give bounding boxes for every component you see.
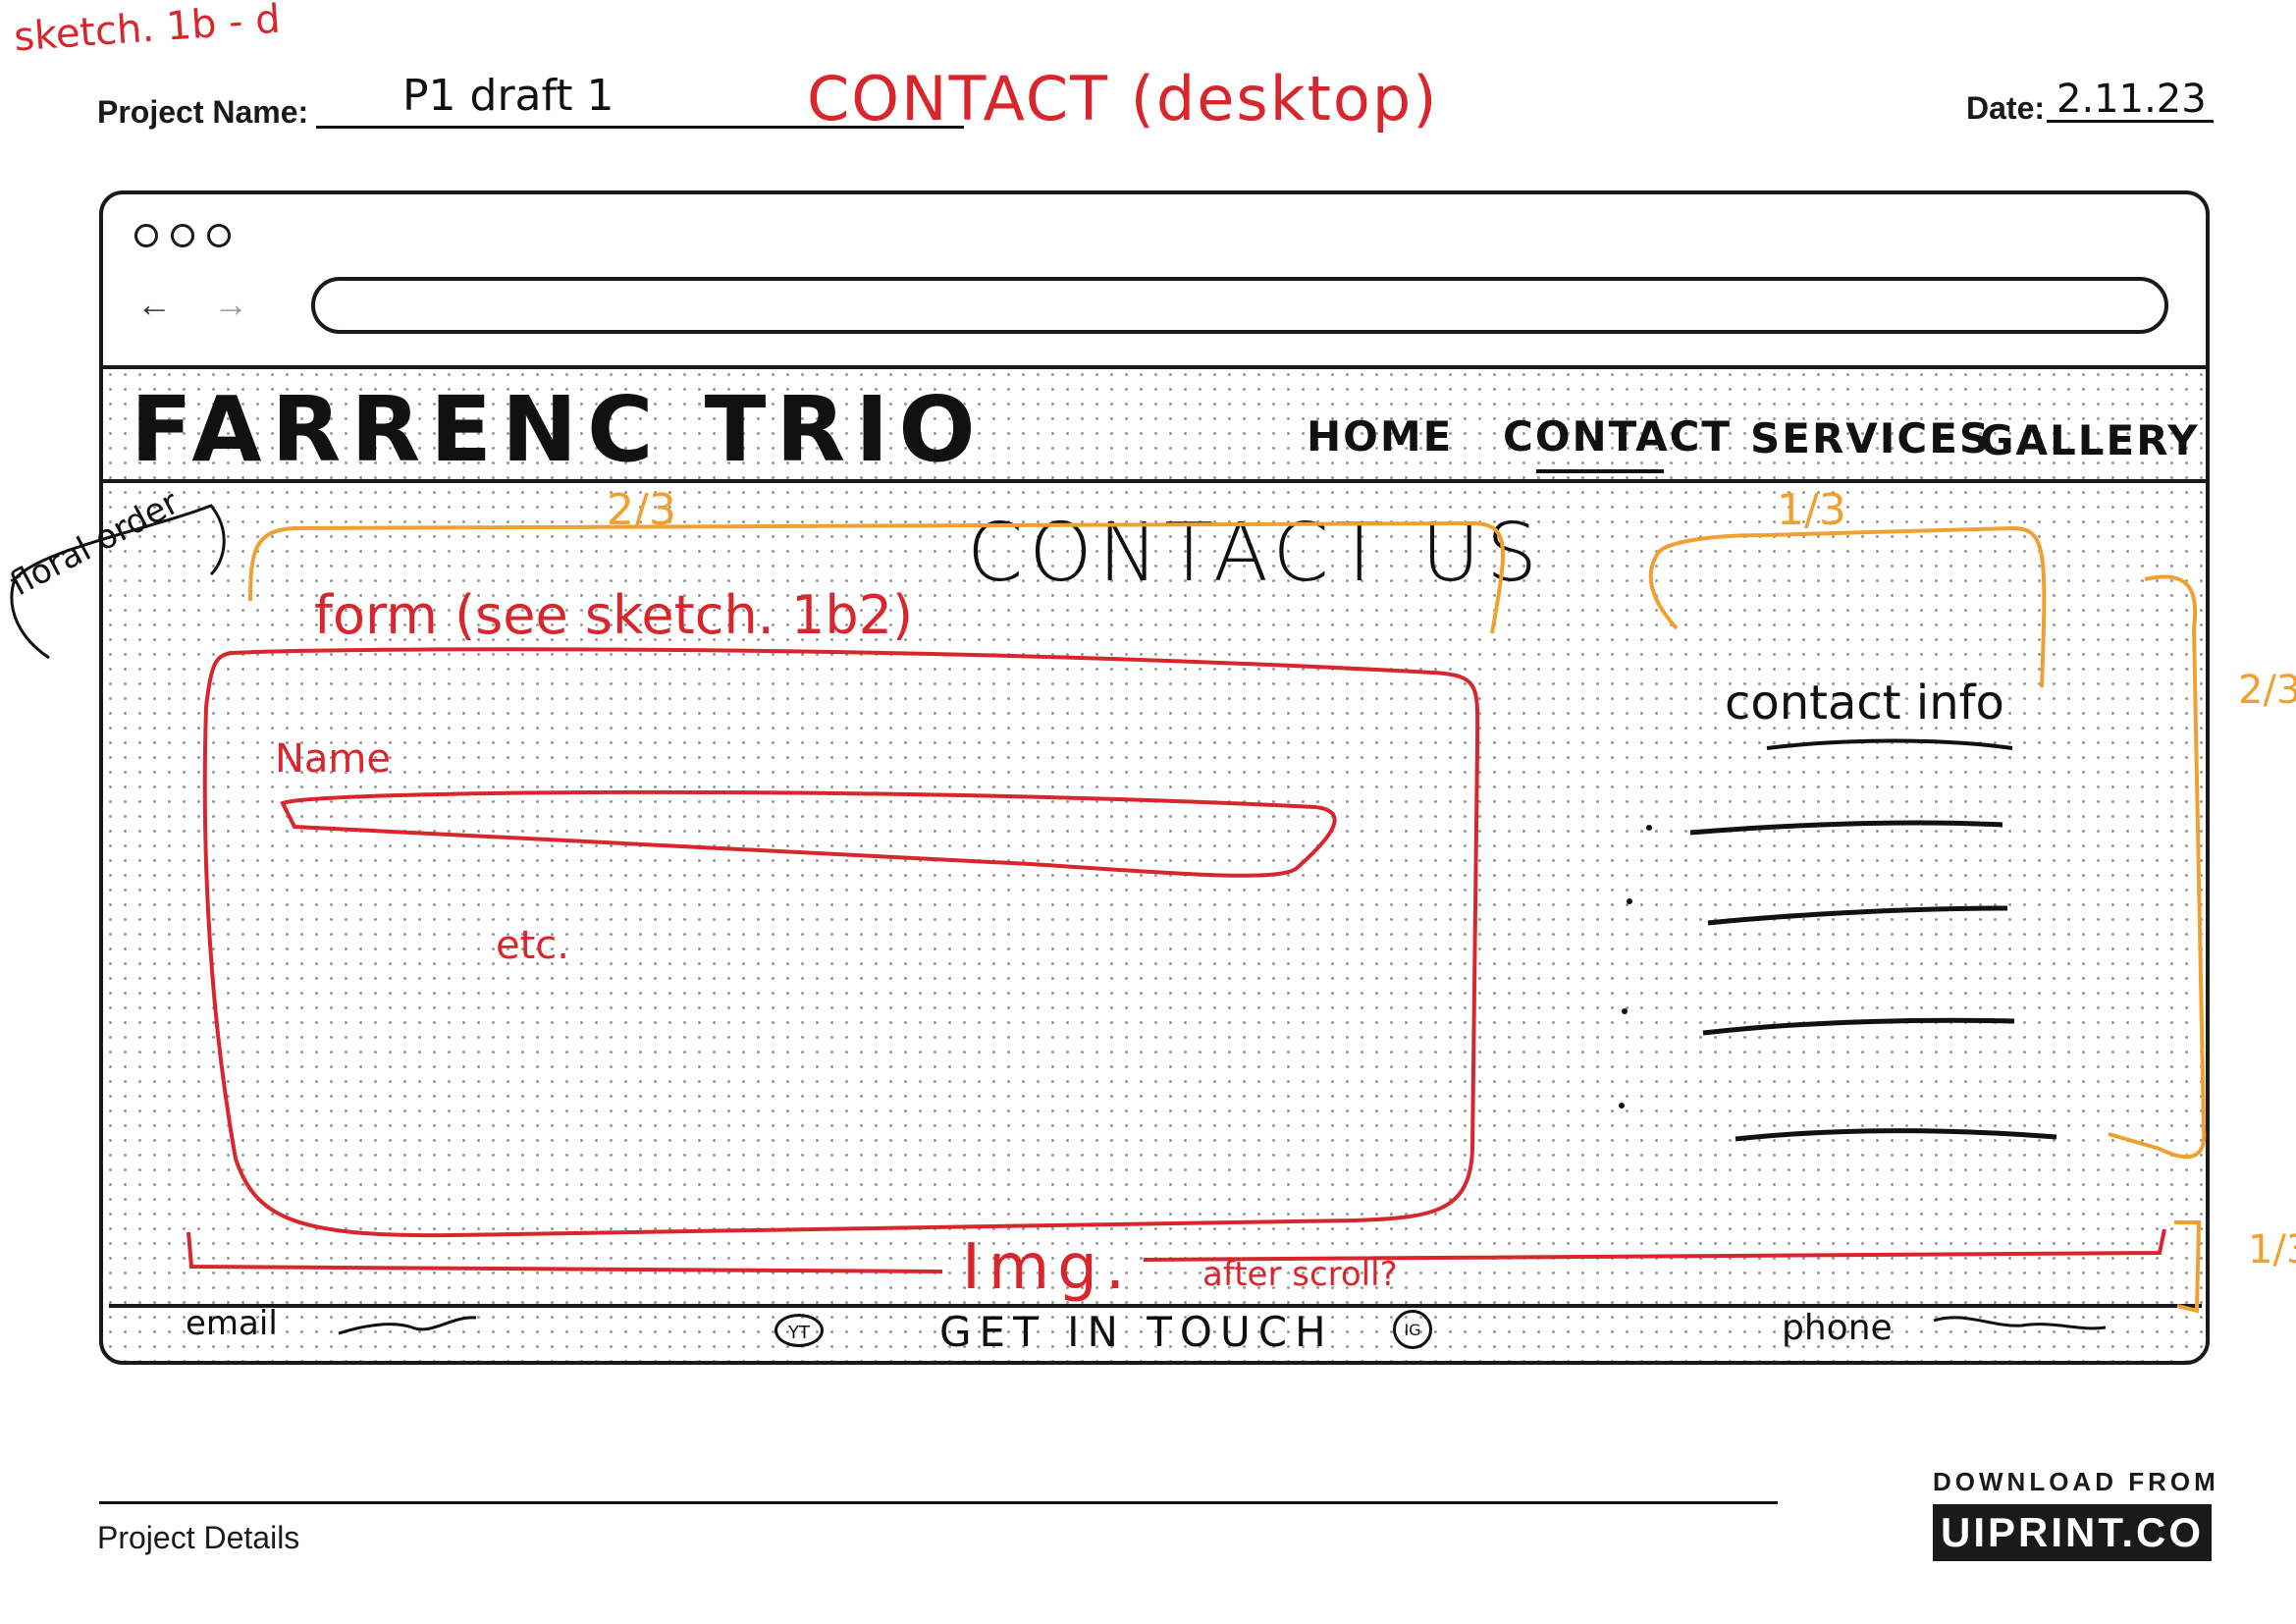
- page-heading: CONTACT US: [967, 507, 1543, 600]
- browser-window: ← → FARRENC TRIO HOME CONTACT SERVICES G…: [99, 190, 2210, 1365]
- window-dot-icon: [207, 224, 231, 247]
- youtube-icon[interactable]: YT: [774, 1314, 824, 1347]
- etc-note: etc.: [496, 923, 569, 968]
- get-in-touch-cta[interactable]: GET IN TOUCH: [939, 1308, 1334, 1356]
- forward-arrow-icon[interactable]: →: [213, 287, 248, 322]
- site-logo[interactable]: FARRENC TRIO: [131, 377, 986, 482]
- corner-note: sketch. 1b - d: [12, 0, 283, 61]
- date-value: 2.11.23: [2056, 77, 2207, 122]
- side-two-thirds-label: 2/3: [2238, 668, 2296, 713]
- name-field-label: Name: [275, 736, 392, 782]
- form-note: form (see sketch. 1b2): [314, 584, 914, 646]
- window-dot-icon: [134, 224, 158, 247]
- address-bar[interactable]: [311, 277, 2168, 334]
- window-dot-icon: [171, 224, 194, 247]
- project-name-label: Project Name:: [97, 94, 309, 130]
- side-one-third-label: 1/3: [2248, 1227, 2296, 1272]
- nav-services[interactable]: SERVICES: [1750, 414, 1991, 462]
- header-divider: [103, 479, 2206, 483]
- after-scroll-note: after scroll?: [1202, 1255, 1398, 1294]
- two-thirds-label: 2/3: [607, 485, 676, 535]
- date-label: Date:: [1966, 90, 2046, 126]
- nav-contact-active-underline: [1536, 469, 1664, 473]
- page-title: CONTACT (desktop): [807, 63, 1439, 135]
- instagram-icon[interactable]: IG: [1393, 1310, 1432, 1349]
- image-label: Img.: [962, 1231, 1134, 1304]
- one-third-label: 1/3: [1777, 485, 1846, 535]
- project-details-rule: [99, 1501, 1778, 1504]
- nav-home[interactable]: HOME: [1307, 412, 1453, 460]
- nav-gallery[interactable]: GALLERY: [1980, 416, 2200, 464]
- footer-phone-label[interactable]: phone: [1782, 1308, 1893, 1348]
- footer-email-label[interactable]: email: [186, 1304, 278, 1343]
- back-arrow-icon[interactable]: ←: [136, 287, 172, 322]
- nav-contact[interactable]: CONTACT: [1503, 412, 1732, 460]
- uiprint-logo[interactable]: UIPRINT.CO: [1933, 1504, 2212, 1561]
- download-from-label: DOWNLOAD FROM: [1933, 1467, 2219, 1496]
- project-details-label: Project Details: [97, 1520, 300, 1555]
- contact-info-label: contact info: [1725, 676, 2004, 731]
- project-name-value: P1 draft 1: [402, 71, 614, 121]
